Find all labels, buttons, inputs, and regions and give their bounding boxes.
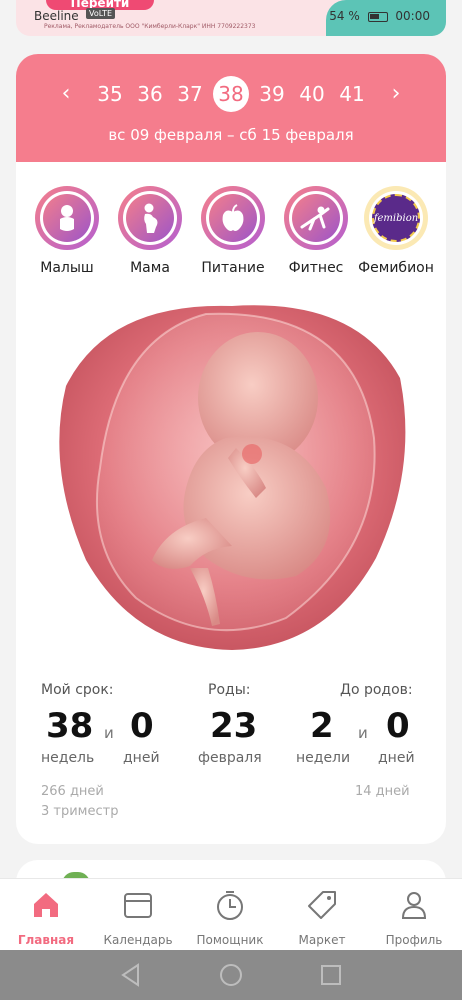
term-days-unit: дней [123, 750, 160, 766]
category-nutrition[interactable]: Питание [191, 186, 275, 276]
birth-label: Роды: [208, 682, 251, 698]
nav-label: Профиль [385, 933, 443, 947]
status-right: 54 % 00:00 [329, 9, 430, 23]
profile-icon [401, 892, 427, 919]
home-circle-icon[interactable] [218, 962, 244, 988]
battery-icon [367, 11, 388, 22]
nav-calendar[interactable]: Календарь [92, 889, 184, 947]
category-label: Малыш [40, 260, 94, 276]
pregnancy-card: ‹ 35 36 37 38 39 40 41 › вс 09 февраля –… [16, 54, 446, 844]
category-label: Мама [130, 260, 170, 276]
nav-label: Помощник [196, 933, 264, 947]
term-and: и [104, 724, 114, 742]
system-navigation [0, 950, 462, 1000]
remaining-days-unit: дней [378, 750, 415, 766]
week-date-range: вс 09 февраля – сб 15 февраля [108, 126, 354, 144]
nav-market[interactable]: Маркет [276, 889, 368, 947]
week-selector: ‹ 35 36 37 38 39 40 41 › [16, 76, 446, 112]
term-label: Мой срок: [41, 682, 114, 698]
status-carrier: Beeline [34, 9, 79, 23]
remaining-label: До родов: [340, 682, 413, 698]
term-days-value: 0 [130, 706, 154, 746]
bottom-navigation: Главная Календарь Помощник Маркет Профил… [0, 878, 462, 950]
remaining-weeks-unit: недели [296, 750, 351, 766]
category-fitness[interactable]: Фитнес [274, 186, 358, 276]
nav-profile[interactable]: Профиль [368, 889, 460, 947]
calendar-icon [124, 893, 152, 918]
week-header: ‹ 35 36 37 38 39 40 41 › вс 09 февраля –… [16, 54, 446, 162]
week-40[interactable]: 40 [294, 76, 330, 112]
week-35[interactable]: 35 [92, 76, 128, 112]
category-mom[interactable]: Мама [108, 186, 192, 276]
status-battery: 54 % [329, 9, 360, 23]
nav-home[interactable]: Главная [0, 889, 92, 947]
nav-label: Маркет [298, 933, 346, 947]
birth-day-value: 23 [210, 706, 258, 746]
status-time: 00:00 [395, 9, 430, 23]
remaining-and: и [358, 724, 368, 742]
week-37[interactable]: 37 [172, 76, 208, 112]
ad-disclaimer: Реклама, Рекламодатель ООО "Кимберли-Кла… [44, 23, 256, 30]
next-week-arrow-icon[interactable]: › [382, 80, 410, 108]
timer-icon [217, 891, 243, 920]
week-41[interactable]: 41 [334, 76, 370, 112]
nav-label: Календарь [103, 933, 173, 947]
recents-square-icon[interactable] [318, 962, 344, 988]
baby-icon [60, 205, 74, 231]
category-label: Фитнес [288, 260, 344, 276]
category-baby[interactable]: Малыш [25, 186, 109, 276]
category-label: Фемибион [358, 260, 434, 276]
term-weeks-value: 38 [46, 706, 94, 746]
prev-week-arrow-icon[interactable]: ‹ [52, 80, 80, 108]
category-row: Малыш Мама Питание Фитнес femibion Фемиб… [16, 186, 446, 286]
fitness-icon [300, 206, 330, 231]
term-weeks-unit: недель [41, 750, 95, 766]
remaining-weeks-value: 2 [310, 706, 334, 746]
tag-icon [308, 891, 336, 919]
pregnant-woman-icon [144, 203, 158, 233]
nav-label: Главная [17, 933, 75, 947]
femibion-logo: femibion [373, 212, 419, 224]
apple-icon [222, 204, 244, 231]
week-36[interactable]: 36 [132, 76, 168, 112]
trimester: 3 триместр [41, 804, 119, 819]
fetus-illustration [59, 305, 406, 650]
home-icon [34, 893, 58, 917]
week-38-active[interactable]: 38 [213, 76, 249, 112]
days-left: 14 дней [355, 784, 410, 799]
birth-month: февраля [198, 750, 262, 766]
category-label: Питание [201, 260, 265, 276]
remaining-days-value: 0 [386, 706, 410, 746]
week-39[interactable]: 39 [254, 76, 290, 112]
status-network-badge: VoLTE [86, 8, 116, 19]
back-icon[interactable] [118, 962, 144, 988]
nav-assistant[interactable]: Помощник [184, 889, 276, 947]
total-days: 266 дней [41, 784, 104, 799]
category-femibion[interactable]: femibion Фемибион [354, 186, 438, 276]
pregnancy-stats: Мой срок: Роды: До родов: 38 и 0 23 2 и … [16, 678, 446, 838]
